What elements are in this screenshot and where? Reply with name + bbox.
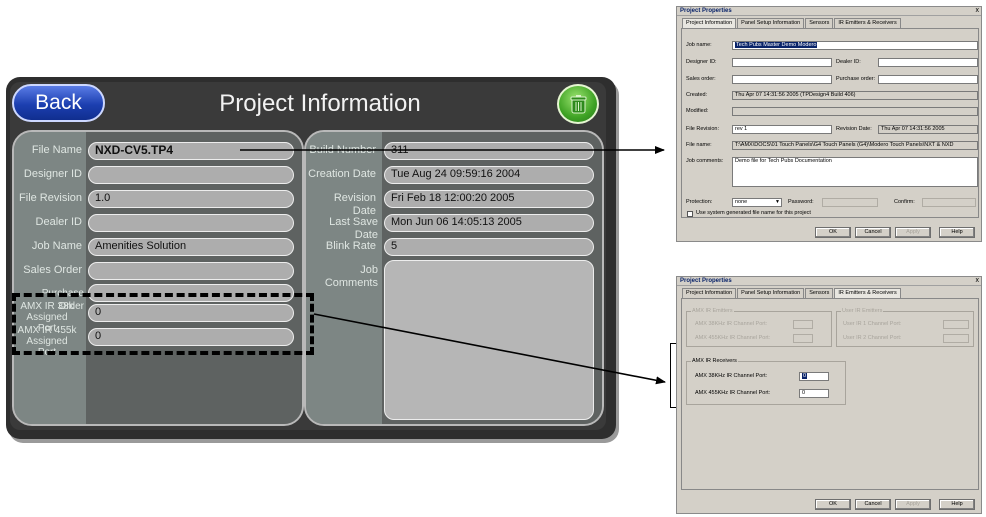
dialog-title: Project Properties	[680, 8, 732, 14]
receiver-455-label: AMX 455KHz IR Channel Port:	[695, 390, 771, 396]
use-system-filename-checkbox[interactable]	[687, 211, 693, 217]
sales-order-label: Sales order:	[686, 76, 716, 82]
close-icon[interactable]: x	[976, 277, 980, 285]
dialog-titlebar: Project Properties x	[677, 7, 981, 16]
confirm-input[interactable]	[922, 198, 976, 207]
dealer-id-input[interactable]	[878, 58, 978, 67]
user-ir1-input[interactable]	[943, 320, 969, 329]
created-label: Created:	[686, 92, 708, 98]
arrow-to-ir-receivers	[313, 313, 666, 385]
tab-panel-setup[interactable]: Panel Setup Information	[737, 18, 805, 28]
file-revision-input[interactable]: rev 1	[732, 125, 832, 134]
ok-button[interactable]: OK	[815, 499, 851, 510]
user-ir-emitters-legend: User IR Emitters	[841, 308, 884, 315]
amx-ir-emitters-legend: AMX IR Emitters	[691, 308, 734, 315]
amx-ir-receivers-legend: AMX IR Receivers	[691, 358, 738, 365]
tab-body: AMX IR Emitters AMX 38KHz IR Channel Por…	[681, 298, 979, 490]
tab-project-information[interactable]: Project Information	[682, 288, 737, 298]
amx-emitter-455-input[interactable]	[793, 334, 813, 343]
tab-project-information[interactable]: Project Information	[682, 18, 737, 28]
protection-select[interactable]: none ▼	[732, 198, 782, 207]
ok-button[interactable]: OK	[815, 227, 851, 238]
tab-strip: Project Information Panel Setup Informat…	[682, 18, 902, 28]
apply-button[interactable]: Apply	[895, 499, 931, 510]
modified-label: Modified:	[686, 108, 709, 114]
tab-sensors[interactable]: Sensors	[805, 288, 834, 298]
help-button[interactable]: Help	[939, 227, 975, 238]
receiver-38-label: AMX 38KHz IR Channel Port:	[695, 373, 768, 379]
password-input[interactable]	[822, 198, 878, 207]
apply-button[interactable]: Apply	[895, 227, 931, 238]
revision-date-value: Thu Apr 07 14:31:56 2005	[878, 125, 978, 134]
dealer-id-label: Dealer ID:	[836, 59, 861, 65]
receiver-455-input[interactable]: 0	[799, 389, 829, 398]
created-value: Thu Apr 07 14:31:56 2005 (TPDesign4 Buil…	[732, 91, 978, 100]
user-ir1-label: User IR 1 Channel Port:	[843, 321, 902, 327]
user-ir2-input[interactable]	[943, 334, 969, 343]
protection-value: none	[735, 199, 748, 205]
job-name-input[interactable]: Tech Pubs Master Demo Modero	[732, 41, 978, 50]
job-comments-label: Job comments:	[686, 158, 724, 164]
file-name-label: File name:	[686, 142, 712, 148]
tab-ir-emitters[interactable]: IR Emitters & Receivers	[834, 18, 901, 28]
cancel-button[interactable]: Cancel	[855, 499, 891, 510]
tab-body: Job name: Tech Pubs Master Demo Modero D…	[681, 28, 979, 218]
confirm-label: Confirm:	[894, 199, 915, 205]
amx-emitter-38-input[interactable]	[793, 320, 813, 329]
close-icon[interactable]: x	[976, 7, 980, 15]
user-ir2-label: User IR 2 Channel Port:	[843, 335, 902, 341]
revision-date-label: Revision Date:	[836, 126, 872, 132]
amx-ir-receivers-group: AMX IR Receivers AMX 38KHz IR Channel Po…	[686, 358, 846, 405]
dialog-title: Project Properties	[680, 278, 732, 284]
file-name-value: T:\AMX\DOCS\01 Touch Panels\G4 Touch Pan…	[732, 141, 978, 150]
project-properties-dialog-bottom: Project Properties x Project Information…	[676, 276, 982, 514]
tab-strip: Project Information Panel Setup Informat…	[682, 288, 902, 298]
receiver-38-input[interactable]: 0	[799, 372, 829, 381]
tab-sensors[interactable]: Sensors	[805, 18, 834, 28]
job-name-label: Job name:	[686, 42, 712, 48]
amx-emitter-38-label: AMX 38KHz IR Channel Port:	[695, 321, 768, 327]
use-system-filename-label: Use system generated file name for this …	[696, 210, 811, 216]
password-label: Password:	[788, 199, 814, 205]
dialog-titlebar: Project Properties x	[677, 277, 981, 286]
sales-order-input[interactable]	[732, 75, 832, 84]
modified-value	[732, 107, 978, 116]
cancel-button[interactable]: Cancel	[855, 227, 891, 238]
project-properties-dialog-top: Project Properties x Project Information…	[676, 6, 982, 242]
designer-id-label: Designer ID:	[686, 59, 717, 65]
user-ir-emitters-group: User IR Emitters User IR 1 Channel Port:…	[836, 308, 974, 347]
file-revision-label: File Revision:	[686, 126, 720, 132]
purchase-order-input[interactable]	[878, 75, 978, 84]
amx-emitter-455-label: AMX 455KHz IR Channel Port:	[695, 335, 771, 341]
help-button[interactable]: Help	[939, 499, 975, 510]
tab-panel-setup[interactable]: Panel Setup Information	[737, 288, 805, 298]
amx-ir-emitters-group: AMX IR Emitters AMX 38KHz IR Channel Por…	[686, 308, 832, 347]
tab-ir-emitters[interactable]: IR Emitters & Receivers	[834, 288, 901, 298]
job-comments-input[interactable]: Demo file for Tech Pubs Documentation	[732, 157, 978, 187]
designer-id-input[interactable]	[732, 58, 832, 67]
protection-label: Protection:	[686, 199, 713, 205]
dropdown-arrow-icon[interactable]: ▼	[775, 199, 780, 206]
purchase-order-label: Purchase order:	[836, 76, 876, 82]
